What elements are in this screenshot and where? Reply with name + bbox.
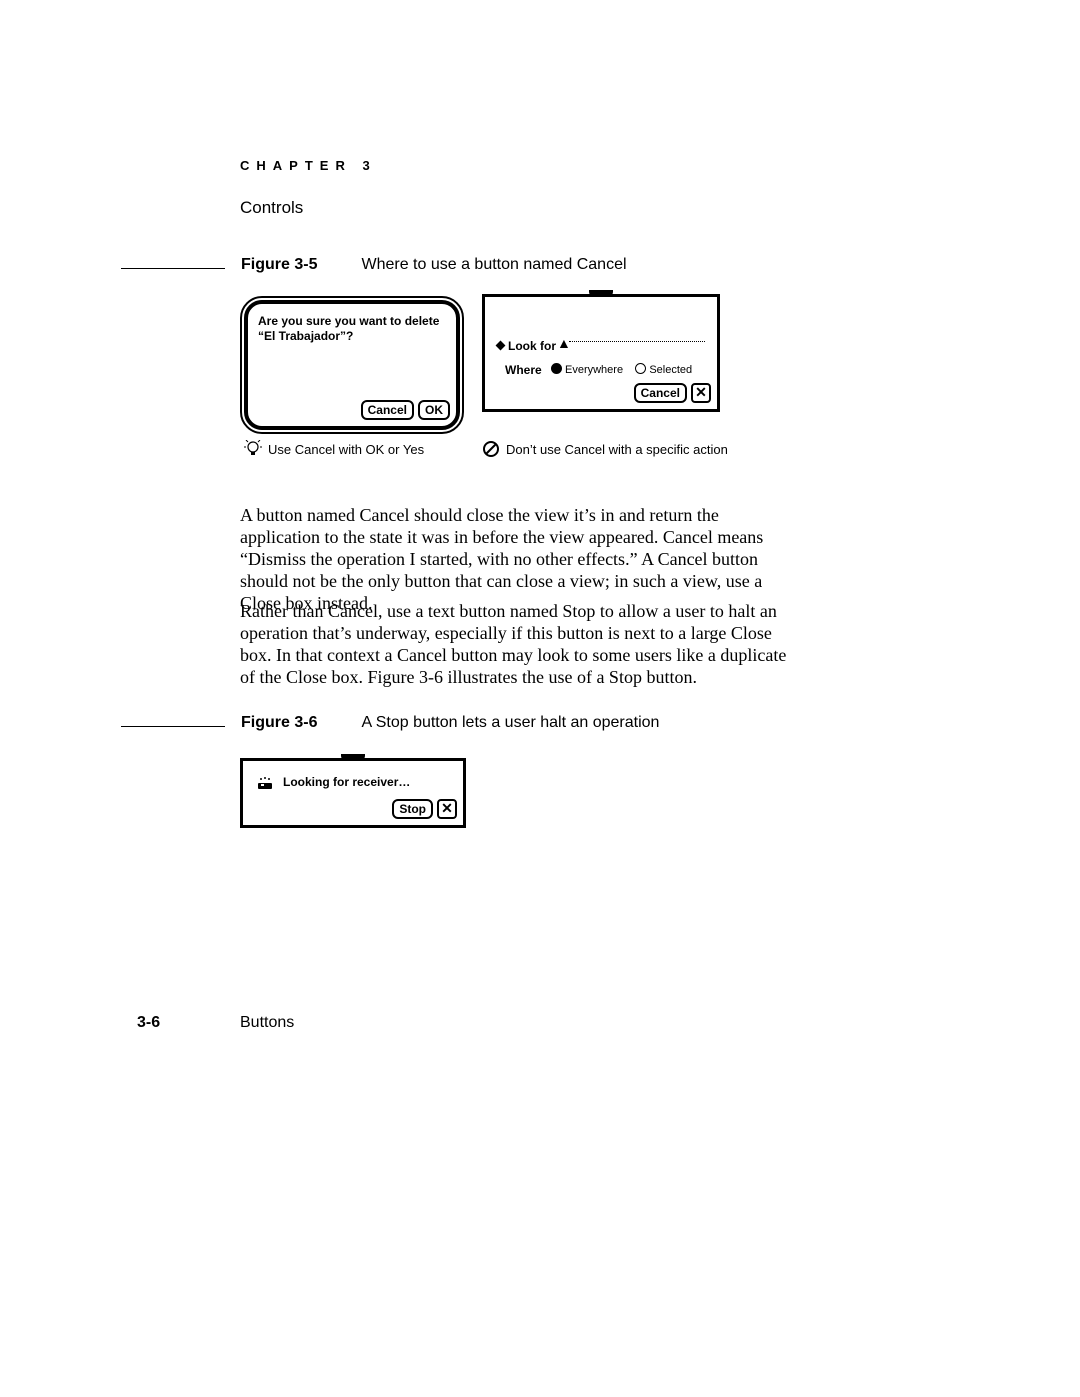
progress-dialog: Looking for receiver… Stop ✕ xyxy=(240,758,466,828)
caption-rule xyxy=(121,726,225,727)
cancel-button[interactable]: Cancel xyxy=(361,400,414,420)
body-paragraph-2: Rather than Cancel, use a text button na… xyxy=(240,600,796,688)
figure-3-6-title: A Stop button lets a user halt an operat… xyxy=(361,714,659,732)
ok-button[interactable]: OK xyxy=(418,400,450,420)
good-usage-hint: Use Cancel with OK or Yes xyxy=(244,440,424,458)
figure-3-5-title: Where to use a button named Cancel xyxy=(361,256,626,274)
cancel-button[interactable]: Cancel xyxy=(634,383,687,403)
bad-usage-hint: Don’t use Cancel with a specific action xyxy=(482,440,728,458)
lookfor-panel: Look for ▲ Where Everywhere Selected Can… xyxy=(482,294,720,412)
where-label: Where xyxy=(505,363,542,377)
chapter-eyebrow: CHAPTER 3 xyxy=(240,158,377,173)
prohibited-icon xyxy=(482,440,500,458)
diamond-icon xyxy=(496,341,506,351)
figure-3-5-caption: Figure 3-5 Where to use a button named C… xyxy=(121,256,821,274)
figure-3-6-caption: Figure 3-6 A Stop button lets a user hal… xyxy=(121,714,821,732)
radio-empty-icon xyxy=(635,363,646,374)
confirm-dialog-text: Are you sure you want to delete “El Trab… xyxy=(258,314,446,344)
figure-3-6: Looking for receiver… Stop ✕ xyxy=(240,758,466,828)
lookfor-label: Look for xyxy=(497,339,556,353)
confirm-dialog: Are you sure you want to delete “El Trab… xyxy=(244,300,460,430)
section-title: Controls xyxy=(240,198,303,218)
page: CHAPTER 3 Controls Figure 3-5 Where to u… xyxy=(0,0,1080,1397)
caption-rule xyxy=(121,268,225,269)
figure-3-5-number: Figure 3-5 xyxy=(241,256,317,274)
lightbulb-icon xyxy=(244,440,262,458)
footer-section-name: Buttons xyxy=(240,1014,294,1032)
drag-handle-icon[interactable] xyxy=(589,290,613,296)
stop-button[interactable]: Stop xyxy=(392,799,433,819)
dotted-input-line[interactable] xyxy=(569,341,705,342)
figure-3-6-number: Figure 3-6 xyxy=(241,714,317,732)
where-radio-group: Everywhere Selected xyxy=(551,363,692,376)
body-paragraph-1: A button named Cancel should close the v… xyxy=(240,504,796,614)
close-box[interactable]: ✕ xyxy=(691,383,711,403)
caret-up-icon[interactable]: ▲ xyxy=(557,335,571,351)
drag-handle-icon[interactable] xyxy=(341,754,365,760)
radio-selected[interactable]: Selected xyxy=(635,364,692,376)
beam-activity-icon xyxy=(255,775,275,795)
close-box[interactable]: ✕ xyxy=(437,799,457,819)
radio-filled-icon xyxy=(551,363,562,374)
page-number: 3-6 xyxy=(137,1014,160,1032)
radio-everywhere[interactable]: Everywhere xyxy=(551,364,623,376)
progress-status-text: Looking for receiver… xyxy=(283,775,410,789)
